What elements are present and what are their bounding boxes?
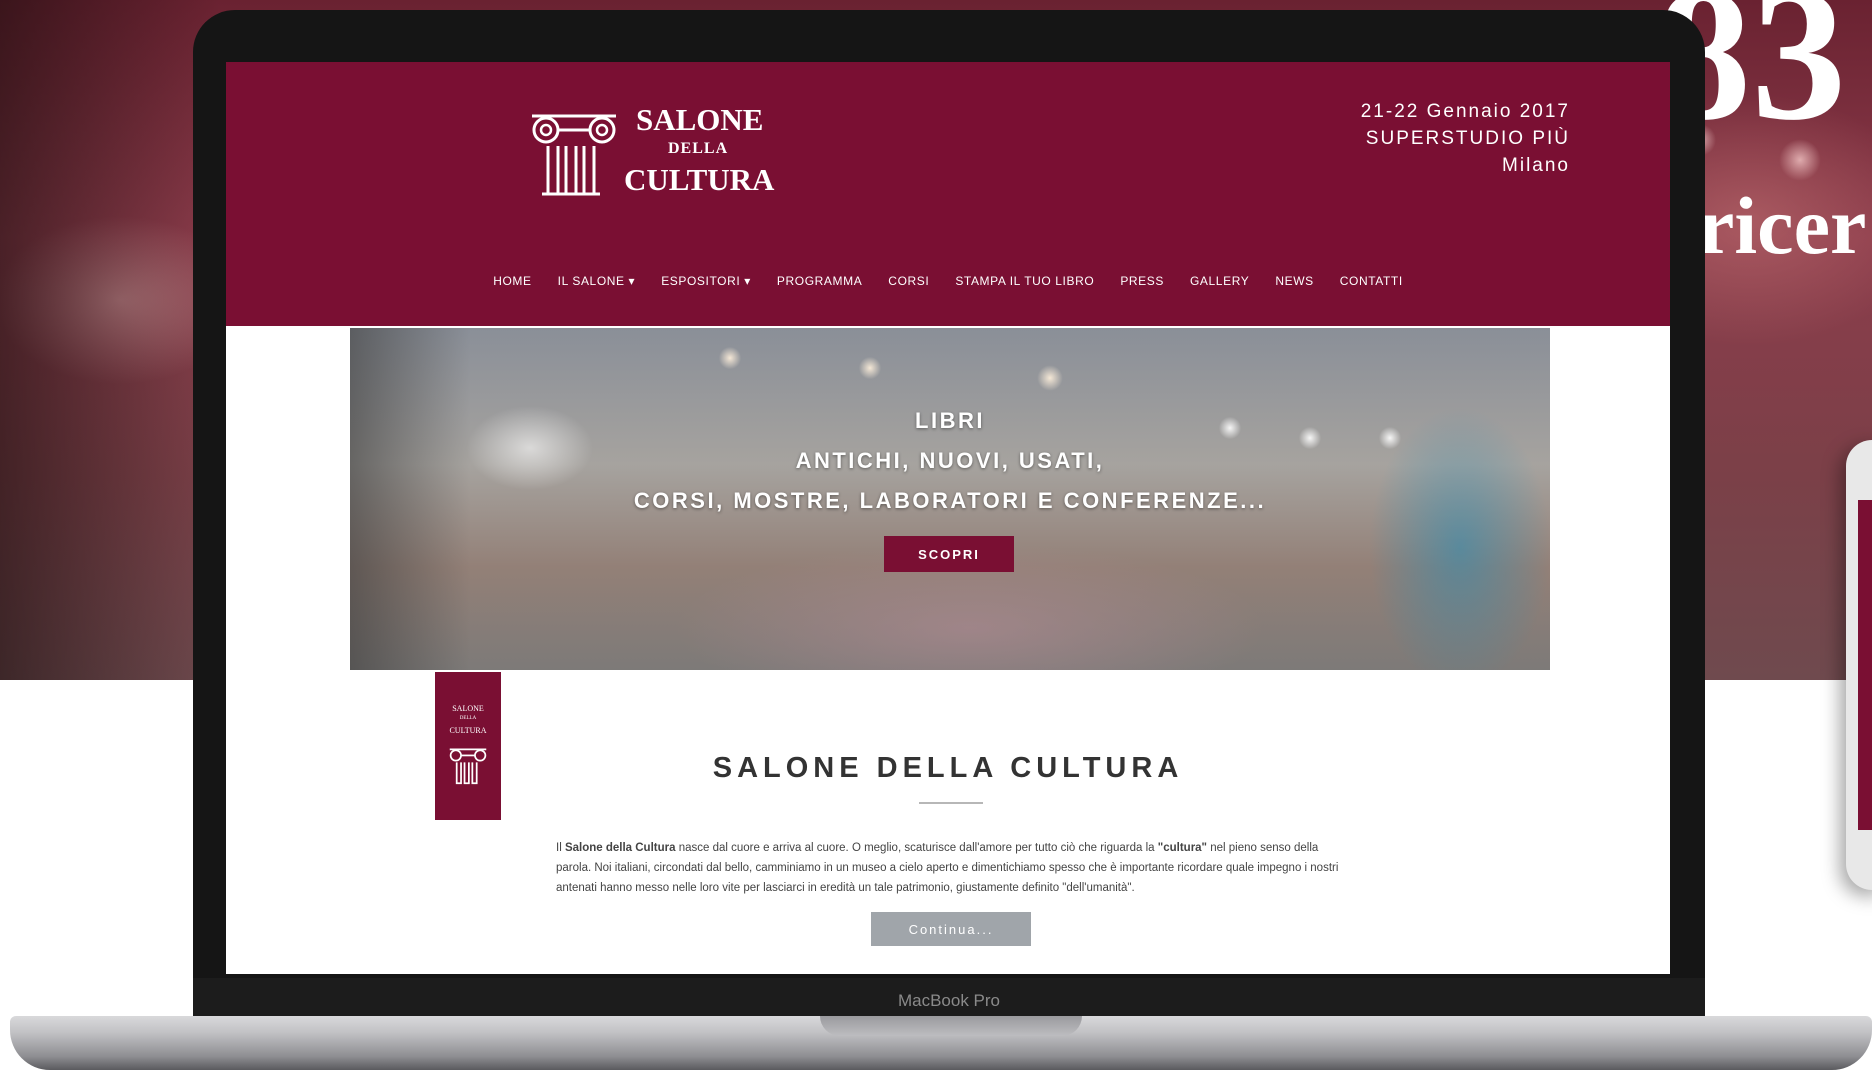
- intro-text-part-1: nasce dal cuore e arriva al cuore. O meg…: [675, 841, 1158, 854]
- hero-line-3: CORSI, MOSTRE, LABORATORI E CONFERENZE..…: [633, 488, 1267, 513]
- nav-item-il-salone[interactable]: IL SALONE ▾: [558, 274, 636, 288]
- nav-item-stampa[interactable]: STAMPA IL TUO LIBRO: [955, 274, 1094, 288]
- continua-button[interactable]: Continua...: [871, 912, 1031, 946]
- site-logo[interactable]: SALONE DELLA CULTURA: [528, 102, 788, 222]
- side-logo-badge: SALONE DELLA CULTURA: [435, 672, 501, 820]
- badge-text-della: DELLA: [459, 716, 477, 721]
- phone-mockup: [1846, 440, 1872, 890]
- intro-paragraph: Il Salone della Cultura nasce dal cuore …: [556, 838, 1346, 898]
- nav-item-contatti[interactable]: CONTATTI: [1340, 274, 1403, 288]
- hero-banner: LIBRI ANTICHI, NUOVI, USATI, CORSI, MOST…: [350, 328, 1550, 670]
- laptop-notch: [820, 1016, 1082, 1036]
- intro-text-bold-cultura: "cultura": [1157, 841, 1208, 854]
- event-info: 21-22 Gennaio 2017 SUPERSTUDIO PIÙ Milan…: [1086, 98, 1570, 179]
- nav-item-corsi[interactable]: CORSI: [888, 274, 929, 288]
- logo-text-della: DELLA: [668, 140, 729, 157]
- hero-line-1: LIBRI: [915, 408, 985, 433]
- intro-text-prefix: Il: [556, 841, 565, 854]
- intro-text-bold-name: Salone della Cultura: [564, 841, 676, 854]
- nav-item-programma[interactable]: PROGRAMMA: [777, 274, 862, 288]
- event-date: 21-22 Gennaio 2017: [1360, 101, 1570, 122]
- promo-caption: ricer: [1698, 180, 1867, 271]
- event-venue: SUPERSTUDIO PIÙ: [1365, 128, 1570, 149]
- nav-item-press[interactable]: PRESS: [1120, 274, 1164, 288]
- laptop-model-label: MacBook Pro: [897, 991, 1001, 1010]
- main-nav: HOME IL SALONE ▾ ESPOSITORI ▾ PROGRAMMA …: [226, 274, 1670, 288]
- event-city: Milano: [1502, 155, 1570, 176]
- nav-item-espositori[interactable]: ESPOSITORI ▾: [661, 274, 751, 288]
- ionic-column-icon: [532, 114, 616, 196]
- badge-text-cultura: CULTURA: [449, 726, 487, 735]
- laptop-screen: SALONE DELLA CULTURA 21-22 Gennaio 2017 …: [226, 62, 1670, 974]
- badge-text-salone: SALONE: [452, 704, 484, 713]
- title-divider: [919, 802, 983, 804]
- nav-item-home[interactable]: HOME: [493, 274, 531, 288]
- logo-text-cultura: CULTURA: [624, 162, 775, 197]
- site-header: SALONE DELLA CULTURA 21-22 Gennaio 2017 …: [226, 62, 1670, 326]
- nav-item-gallery[interactable]: GALLERY: [1190, 274, 1249, 288]
- logo-text-salone: SALONE: [636, 102, 764, 137]
- laptop-chin: MacBook Pro: [193, 978, 1705, 1016]
- nav-item-news[interactable]: NEWS: [1275, 274, 1313, 288]
- scopri-button[interactable]: SCOPRI: [884, 536, 1014, 572]
- section-title: SALONE DELLA CULTURA: [712, 752, 1184, 784]
- hero-line-2: ANTICHI, NUOVI, USATI,: [795, 448, 1105, 473]
